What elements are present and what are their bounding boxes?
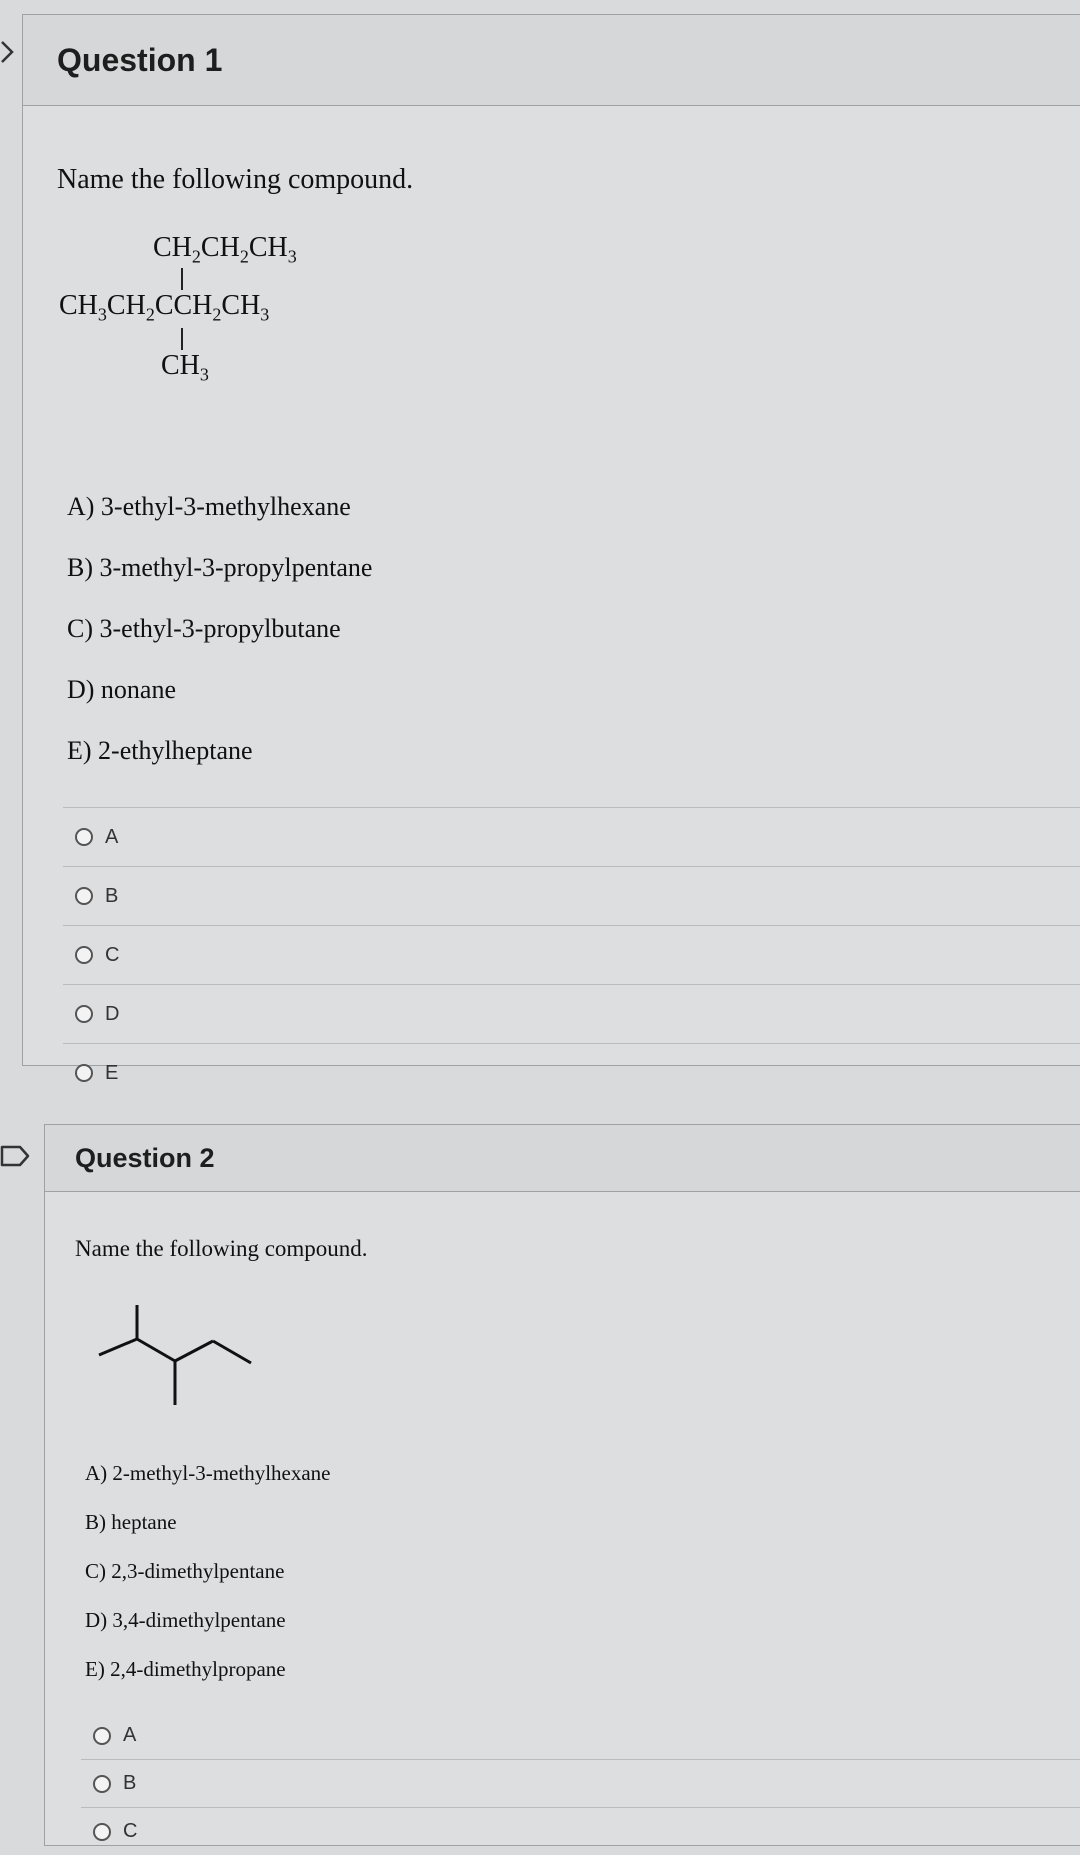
question-header: Question 1	[23, 15, 1080, 106]
answer-label: B	[123, 1772, 137, 1794]
formula-main-chain: CH3CH2CCH2CH3	[59, 290, 270, 325]
answer-label: D	[105, 1002, 120, 1025]
answer-options: A B C	[81, 1712, 1080, 1855]
answer-option-d[interactable]: D	[63, 984, 1080, 1043]
choice-text: B) 3-methyl-3-propylpentane	[67, 553, 373, 582]
question-prompt: Name the following compound.	[75, 1236, 368, 1261]
answer-label: C	[105, 943, 120, 966]
choice-text: C) 3-ethyl-3-propylbutane	[67, 614, 341, 643]
formula-bottom-branch: CH3	[161, 350, 209, 385]
radio-button-icon[interactable]	[93, 1726, 111, 1745]
answer-options: A B C D E	[63, 807, 1080, 1102]
answer-option-a[interactable]: A	[81, 1712, 1080, 1759]
condensed-structure-formula: CH2CH2CH3 CH3CH2CCH2CH3 CH3	[57, 232, 1080, 462]
radio-button-icon[interactable]	[93, 1774, 111, 1793]
answer-label: C	[123, 1820, 138, 1842]
bond-line-bottom	[181, 328, 183, 350]
choice-text: E) 2,4-dimethylpropane	[85, 1657, 286, 1681]
formula-top-branch: CH2CH2CH3	[153, 232, 297, 267]
answer-option-a[interactable]: A	[63, 807, 1080, 866]
choice-text: B) heptane	[85, 1510, 177, 1534]
answer-label: A	[105, 825, 119, 848]
question-title: Question 2	[75, 1142, 215, 1173]
choice-text: C) 2,3-dimethylpentane	[85, 1559, 285, 1583]
radio-button-icon[interactable]	[75, 946, 93, 964]
choice-text: E) 2-ethylheptane	[67, 736, 253, 765]
choice-list: A) 2-methyl-3-methylhexane B) heptane C)…	[75, 1449, 1080, 1694]
radio-button-icon[interactable]	[75, 828, 93, 846]
radio-button-icon[interactable]	[75, 887, 93, 905]
radio-button-icon[interactable]	[93, 1822, 111, 1841]
answer-label: B	[105, 884, 119, 907]
answer-label: E	[105, 1061, 119, 1084]
question-prompt: Name the following compound.	[57, 164, 414, 195]
question-title: Question 1	[57, 41, 223, 78]
answer-option-c[interactable]: C	[81, 1807, 1080, 1855]
choice-list: A) 3-ethyl-3-methylhexane B) 3-methyl-3-…	[57, 476, 1080, 781]
choice-text: D) 3,4-dimethylpentane	[85, 1608, 286, 1632]
bond-line-top	[181, 268, 183, 290]
choice-text: A) 2-methyl-3-methylhexane	[85, 1461, 331, 1485]
answer-option-e[interactable]: E	[63, 1043, 1080, 1102]
answer-option-b[interactable]: B	[81, 1759, 1080, 1807]
answer-option-c[interactable]: C	[63, 925, 1080, 984]
answer-option-b[interactable]: B	[63, 866, 1080, 925]
question-2: Question 2 Name the following compound. …	[44, 1124, 1080, 1846]
skeletal-structure-diagram	[98, 1305, 252, 1405]
radio-button-icon[interactable]	[75, 1005, 93, 1023]
flag-icon[interactable]	[0, 1142, 34, 1170]
choice-text: D) nonane	[67, 675, 177, 704]
question-1: Question 1 Name the following compound. …	[22, 14, 1080, 1084]
radio-button-icon[interactable]	[75, 1064, 93, 1082]
question-header: Question 2	[45, 1125, 1080, 1192]
answer-label: A	[123, 1724, 137, 1746]
choice-text: A) 3-ethyl-3-methylhexane	[67, 492, 351, 521]
